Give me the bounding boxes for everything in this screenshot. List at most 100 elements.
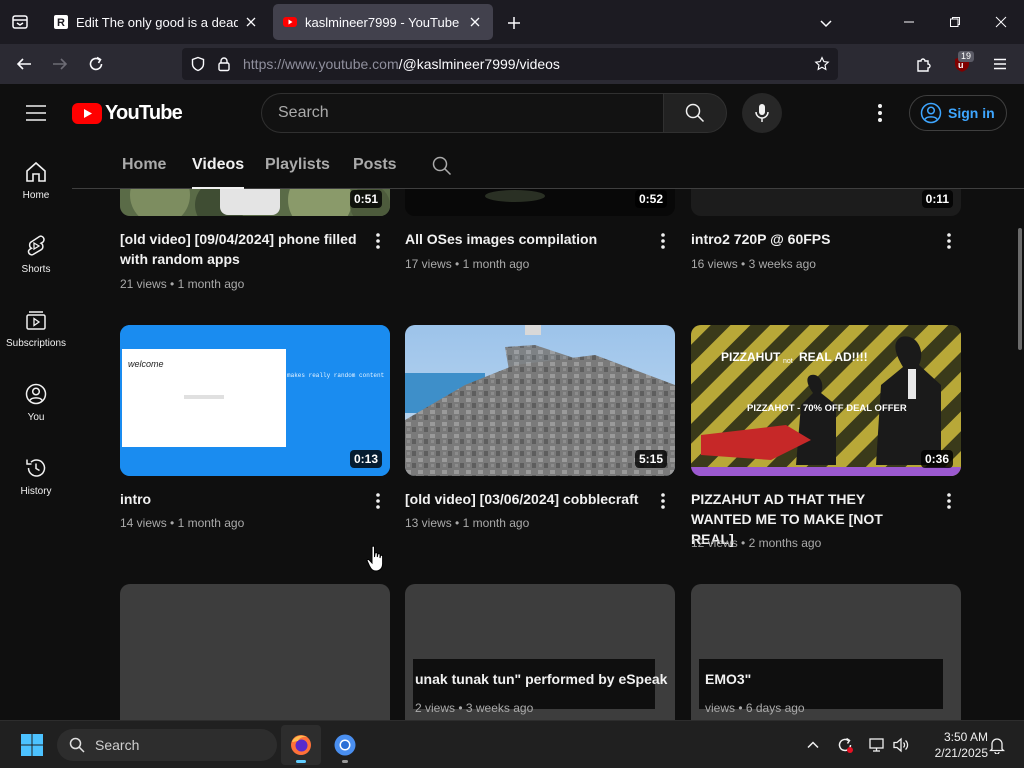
- video-menu-icon[interactable]: [651, 229, 675, 253]
- video-menu-icon[interactable]: [366, 229, 390, 253]
- notification-bell-icon[interactable]: [987, 735, 1007, 755]
- video-menu-icon[interactable]: [366, 489, 390, 513]
- video-card[interactable]: PIZZAHUT not REAL AD!!!! PIZZAHOT - 70% …: [691, 325, 961, 550]
- video-thumbnail[interactable]: 5:15: [405, 325, 675, 476]
- tab-playlists[interactable]: Playlists: [265, 156, 330, 174]
- video-card-placeholder[interactable]: unak tunak tun" performed by eSpeak 2 vi…: [405, 584, 675, 720]
- tab-list-icon[interactable]: [8, 10, 32, 34]
- video-title[interactable]: intro: [120, 489, 358, 509]
- tab-close-icon[interactable]: [467, 14, 483, 30]
- video-meta: 12 views • 2 months ago: [691, 536, 822, 550]
- video-thumbnail-placeholder[interactable]: EMO3" views • 6 days ago: [691, 584, 961, 720]
- youtube-logo-text: YouTube: [105, 101, 183, 124]
- video-duration: 0:52: [634, 190, 667, 208]
- thumb-text-not: not: [783, 358, 793, 365]
- chevron-down-icon[interactable]: [815, 12, 837, 34]
- video-title[interactable]: intro2 720P @ 60FPS: [691, 229, 929, 249]
- search-input[interactable]: [278, 94, 648, 132]
- bookmark-star-icon[interactable]: [814, 56, 830, 72]
- browser-tab-strip: R Edit The only good is a dead on kaslmi…: [0, 0, 1024, 44]
- video-card[interactable]: 0:51 [old video] [09/04/2024] phone fill…: [120, 189, 390, 299]
- video-title[interactable]: All OSes images compilation: [405, 229, 643, 249]
- video-title[interactable]: [old video] [09/04/2024] phone filled wi…: [120, 229, 358, 269]
- video-thumbnail[interactable]: 0:52: [405, 189, 675, 216]
- hand-cursor-icon: [366, 545, 384, 572]
- guide-item-subscriptions[interactable]: Subscriptions: [0, 290, 72, 360]
- extension-badge-count: 19: [958, 51, 975, 62]
- video-thumbnail[interactable]: welcome makes really random content 0:13: [120, 325, 390, 476]
- tab-home[interactable]: Home: [122, 156, 166, 174]
- tab-close-icon[interactable]: [244, 14, 258, 30]
- video-card-placeholder[interactable]: [120, 584, 390, 720]
- back-arrow-icon[interactable]: [12, 52, 36, 76]
- you-icon: [25, 383, 47, 405]
- guide-item-home[interactable]: Home: [0, 142, 72, 212]
- youtube-logo[interactable]: YouTube: [72, 101, 183, 124]
- channel-search-icon[interactable]: [430, 154, 454, 178]
- browser-tab-youtube[interactable]: kaslmineer7999 - YouTube: [273, 4, 493, 40]
- settings-more-icon[interactable]: [868, 101, 892, 125]
- windows-start-icon[interactable]: [20, 733, 44, 757]
- video-menu-icon[interactable]: [937, 489, 961, 513]
- voice-search-button[interactable]: [742, 93, 782, 133]
- view-count: 21 views: [120, 277, 167, 291]
- video-grid: 0:51 [old video] [09/04/2024] phone fill…: [72, 189, 1020, 720]
- thumb-text-tagline: makes really random content: [287, 372, 384, 379]
- upload-age: 1 month ago: [462, 516, 530, 530]
- video-menu-icon[interactable]: [651, 489, 675, 513]
- video-card-placeholder[interactable]: EMO3" views • 6 days ago: [691, 584, 961, 720]
- search-button[interactable]: [663, 93, 727, 133]
- video-menu-icon[interactable]: [937, 229, 961, 253]
- clock-date: 2/21/2025: [934, 746, 988, 760]
- tab-videos[interactable]: Videos: [192, 156, 245, 189]
- chromium-icon: [334, 734, 356, 756]
- network-icon[interactable]: [867, 735, 887, 755]
- video-card[interactable]: 0:52 All OSes images compilation 17 view…: [405, 189, 675, 299]
- browser-tab-edit[interactable]: R Edit The only good is a dead on: [44, 4, 268, 40]
- url-text[interactable]: https://www.youtube.com/@kaslmineer7999/…: [243, 56, 560, 72]
- sign-in-button[interactable]: Sign in: [909, 95, 1007, 131]
- minimize-icon[interactable]: [897, 10, 921, 34]
- upload-age: 1 month ago: [462, 257, 530, 271]
- chevron-up-icon[interactable]: [803, 735, 823, 755]
- system-clock[interactable]: 3:50 AM 2/21/2025: [918, 729, 988, 761]
- video-thumbnail[interactable]: 0:51: [120, 189, 390, 216]
- video-duration: 0:36: [920, 450, 953, 468]
- taskbar-firefox[interactable]: [281, 725, 321, 765]
- taskbar-search-box[interactable]: Search: [57, 729, 277, 761]
- guide-item-history[interactable]: History: [0, 438, 72, 508]
- sign-in-label: Sign in: [948, 105, 995, 121]
- volume-icon[interactable]: [891, 735, 911, 755]
- taskbar-chromium[interactable]: [325, 725, 365, 765]
- video-title[interactable]: [old video] [03/06/2024] cobblecraft: [405, 489, 643, 509]
- reload-icon[interactable]: [84, 52, 108, 76]
- window-close-icon[interactable]: [989, 10, 1013, 34]
- search-box[interactable]: [261, 93, 663, 133]
- sync-alert-icon[interactable]: [835, 735, 855, 755]
- shield-icon[interactable]: [190, 56, 206, 72]
- url-path: /@kaslmineer7999/videos: [398, 56, 560, 72]
- video-card[interactable]: 0:11 intro2 720P @ 60FPS 16 views • 3 we…: [691, 189, 961, 299]
- video-card[interactable]: 5:15 [old video] [03/06/2024] cobblecraf…: [405, 325, 675, 545]
- guide-item-you[interactable]: You: [0, 364, 72, 434]
- video-thumbnail-placeholder[interactable]: unak tunak tun" performed by eSpeak 2 vi…: [405, 584, 675, 720]
- guide-item-shorts[interactable]: Shorts: [0, 216, 72, 286]
- new-tab-plus-icon[interactable]: [503, 12, 525, 34]
- video-thumbnail[interactable]: 0:11: [691, 189, 961, 216]
- overlay-title-fragment: EMO3": [705, 671, 752, 687]
- hamburger-menu-icon[interactable]: [988, 52, 1012, 76]
- extensions-puzzle-icon[interactable]: [912, 52, 936, 76]
- forward-arrow-icon[interactable]: [48, 52, 72, 76]
- tab-posts[interactable]: Posts: [353, 156, 397, 174]
- history-icon: [26, 459, 46, 477]
- lock-icon[interactable]: [216, 56, 232, 72]
- clock-time: 3:50 AM: [943, 730, 988, 744]
- video-thumbnail-placeholder[interactable]: [120, 584, 390, 720]
- video-thumbnail[interactable]: PIZZAHUT not REAL AD!!!! PIZZAHOT - 70% …: [691, 325, 961, 476]
- restore-icon[interactable]: [943, 10, 967, 34]
- guide-menu-icon[interactable]: [24, 101, 48, 125]
- video-card[interactable]: welcome makes really random content 0:13…: [120, 325, 390, 545]
- address-bar[interactable]: https://www.youtube.com/@kaslmineer7999/…: [182, 48, 838, 80]
- page-scrollbar[interactable]: [1018, 228, 1022, 350]
- guide-label: Subscriptions: [5, 338, 67, 349]
